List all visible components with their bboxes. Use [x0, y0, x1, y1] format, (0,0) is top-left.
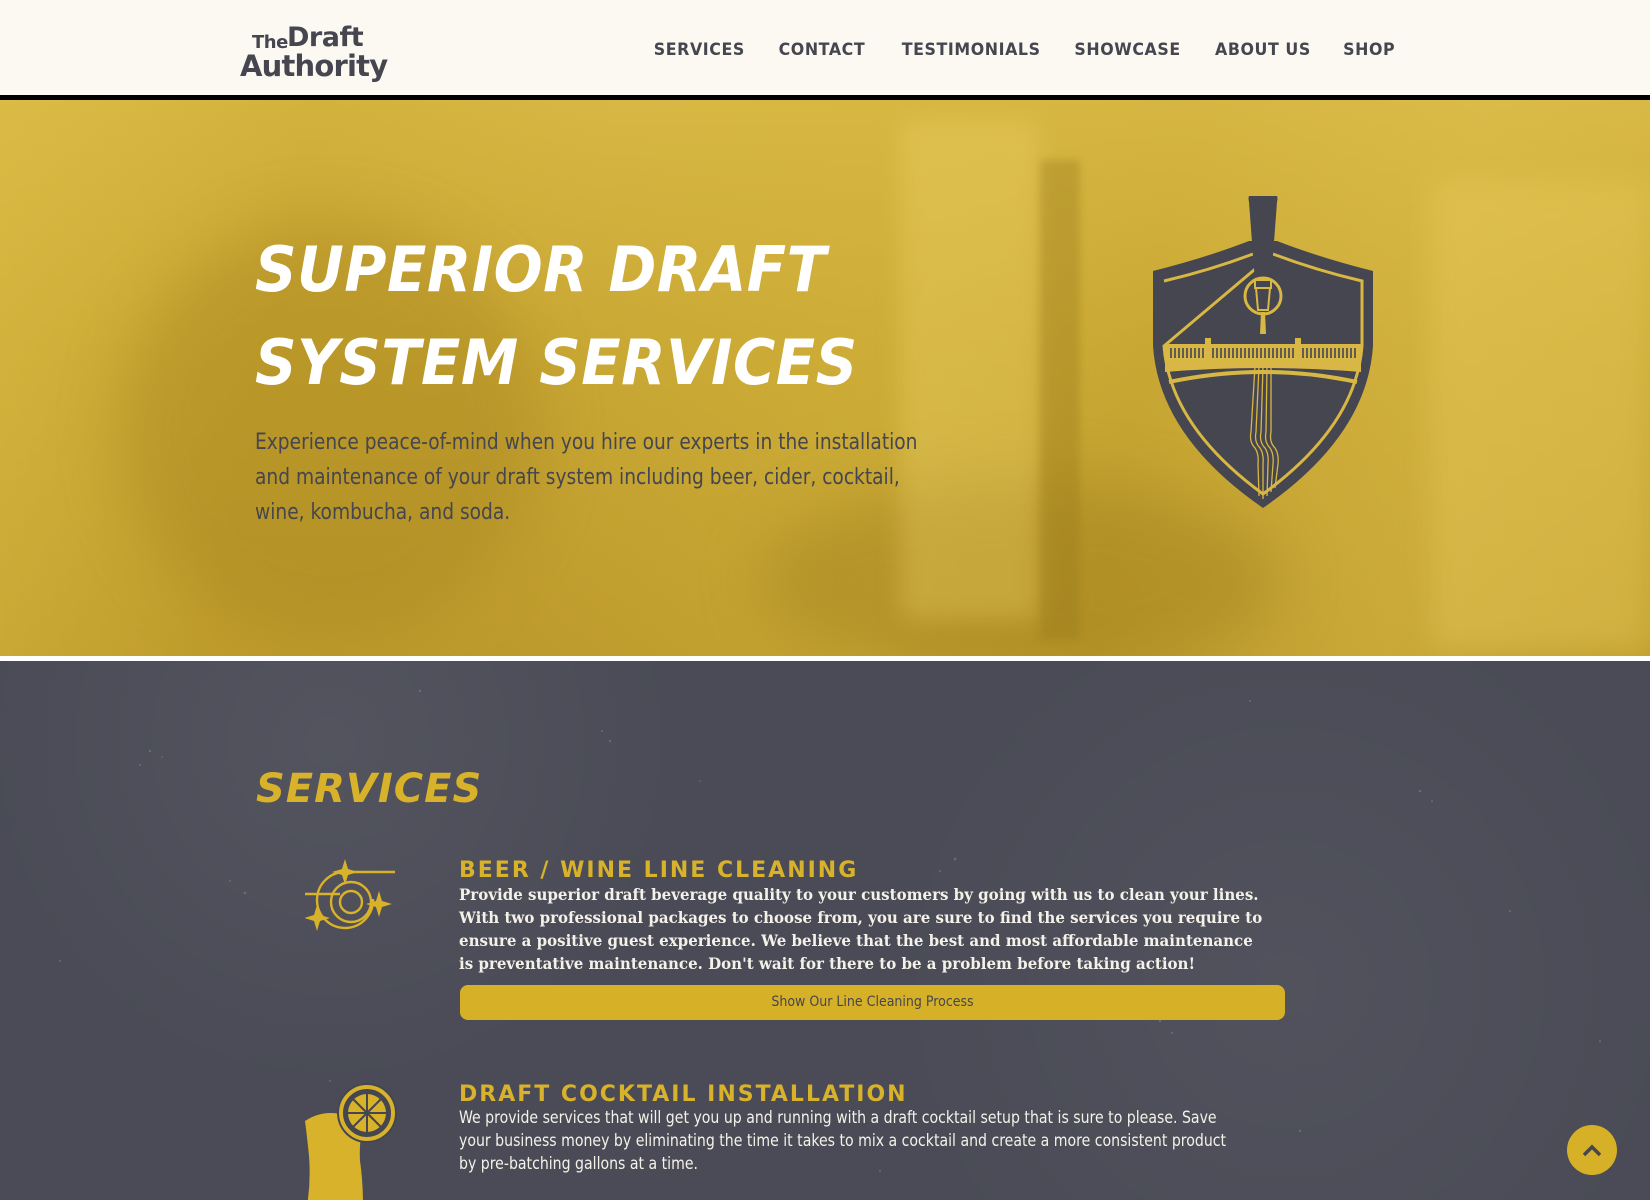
service-title: BEER / WINE LINE CLEANING: [459, 858, 859, 883]
services-section: SERVICES BEER / WINE LINE CLEANING Provi…: [0, 661, 1650, 1200]
services-heading: SERVICES: [256, 766, 483, 812]
hero-bg-photo-shade: [1430, 180, 1650, 650]
service-description: Provide superior draft beverage quality …: [459, 885, 1263, 973]
nav-item-contact[interactable]: CONTACT: [779, 39, 866, 61]
shield-emblem-icon: [1153, 196, 1373, 508]
main-nav: SERVICES CONTACT TESTIMONIALS SHOWCASE A…: [620, 39, 1395, 61]
hero-bg-photo-shade: [900, 120, 1040, 620]
hero-title-line2: SYSTEM SERVICES: [255, 326, 858, 399]
hero-title-line1: SUPERIOR DRAFT: [255, 233, 827, 306]
logo-authority: Authority: [240, 49, 388, 83]
sparkling-line-coil-icon: [305, 859, 395, 931]
site-header: The Draft Authority SERVICES CONTACT TES…: [0, 0, 1650, 100]
chevron-up-icon: [1582, 1144, 1602, 1157]
show-line-cleaning-process-button[interactable]: Show Our Line Cleaning Process: [460, 985, 1285, 1020]
nav-item-services[interactable]: SERVICES: [654, 39, 745, 61]
service-description: We provide services that will get you up…: [459, 1108, 1227, 1173]
nav-item-shop[interactable]: SHOP: [1343, 39, 1395, 61]
site-logo[interactable]: The Draft Authority: [240, 22, 388, 84]
nav-item-testimonials[interactable]: TESTIMONIALS: [901, 39, 1040, 61]
hero-title: SUPERIOR DRAFT SYSTEM SERVICES: [255, 223, 858, 409]
cocktail-glass-citrus-icon: [305, 1083, 397, 1200]
nav-item-showcase[interactable]: SHOWCASE: [1075, 39, 1181, 61]
hero-bg-photo-shade: [1040, 160, 1080, 640]
scroll-to-top-button[interactable]: [1567, 1125, 1617, 1175]
service-title: DRAFT COCKTAIL INSTALLATION: [459, 1082, 908, 1107]
hero-description: Experience peace-of-mind when you hire o…: [255, 429, 918, 525]
nav-item-about-us[interactable]: ABOUT US: [1215, 39, 1311, 61]
